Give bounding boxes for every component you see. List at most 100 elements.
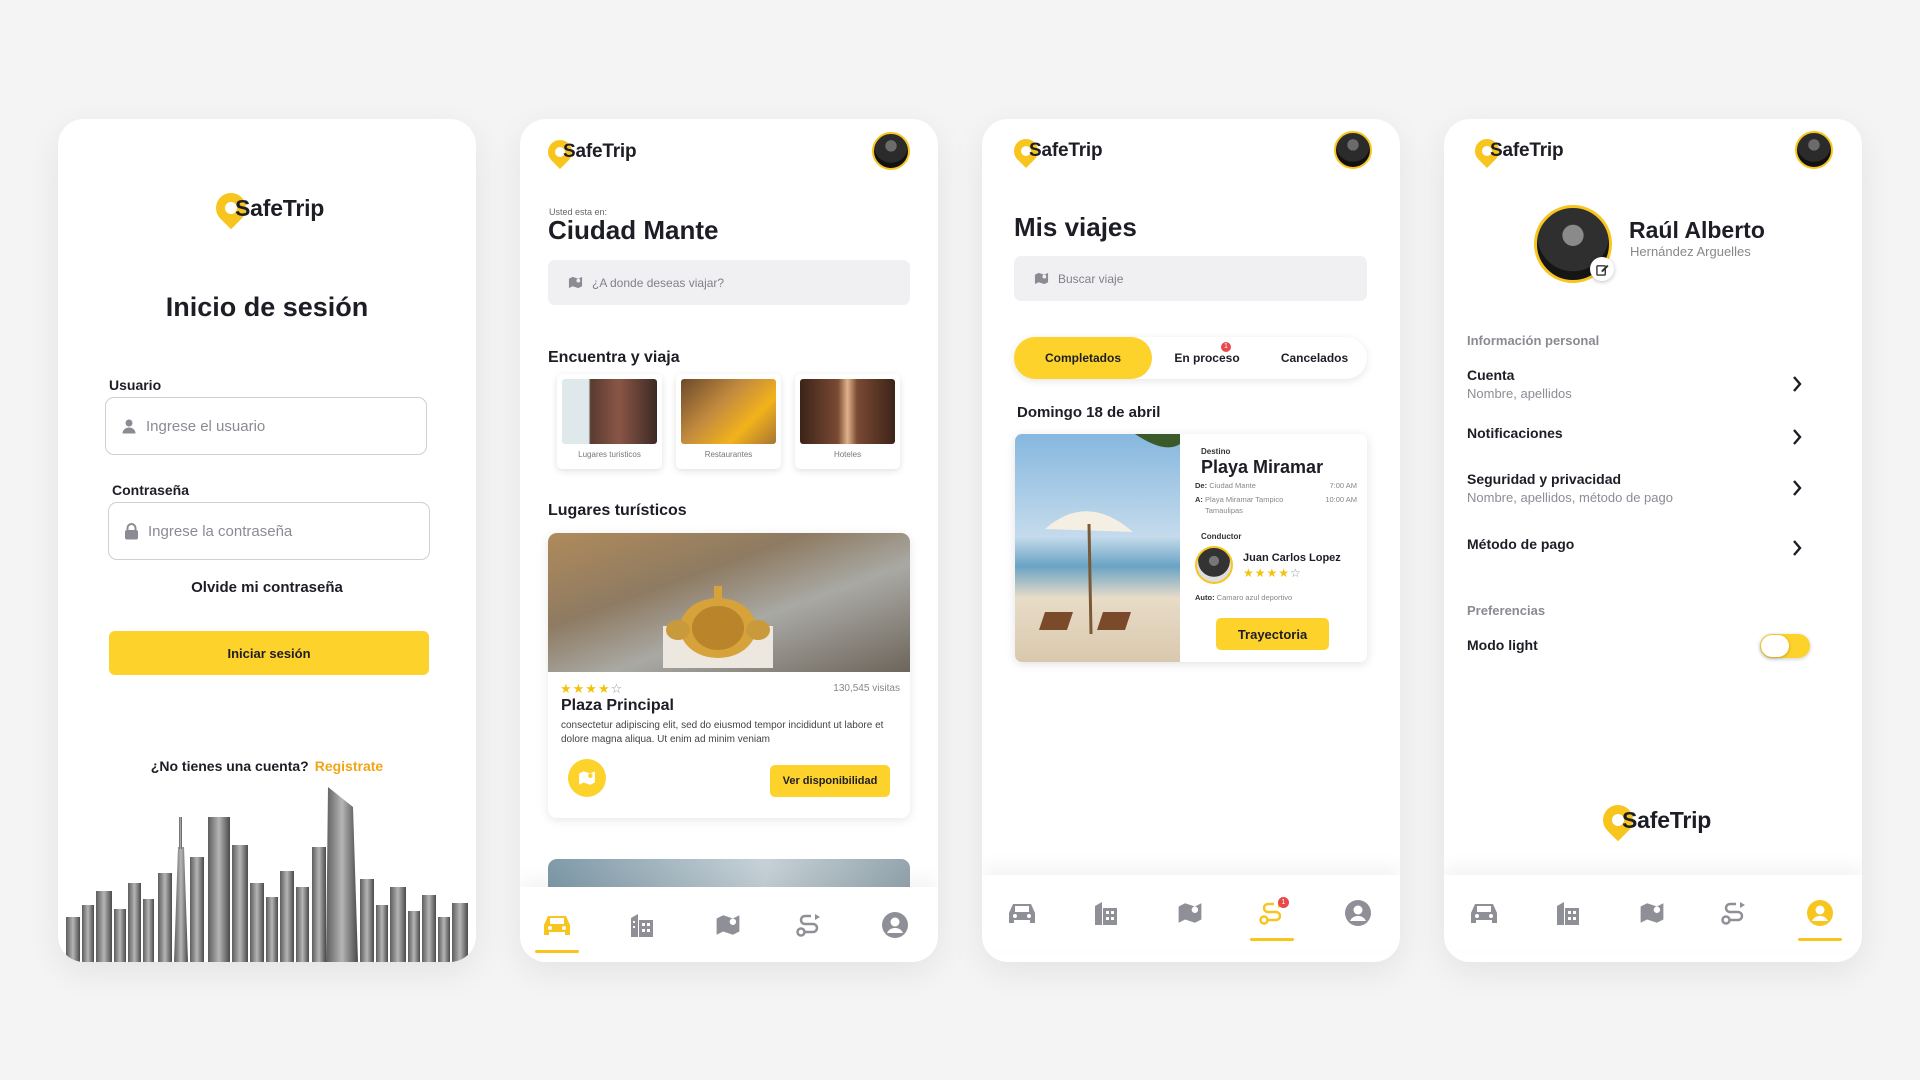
- bottom-nav: [1444, 875, 1862, 950]
- settings-row-security[interactable]: Seguridad y privacidad Nombre, apellidos…: [1467, 471, 1822, 505]
- destination-name: Playa Miramar: [1201, 457, 1324, 477]
- destination-line: A: Playa Miramar Tampico: [1195, 495, 1284, 504]
- avatar[interactable]: [1795, 131, 1833, 169]
- nav-car[interactable]: [535, 905, 579, 953]
- building-icon: [1095, 902, 1117, 925]
- map-icon: [579, 771, 595, 785]
- password-placeholder: Ingrese la contraseña: [148, 522, 293, 540]
- nav-profile[interactable]: [1338, 893, 1378, 933]
- bottom-nav: 1: [982, 875, 1400, 950]
- city-skyline-illustration: [66, 787, 468, 962]
- trip-search-input[interactable]: Buscar viaje: [1014, 256, 1367, 301]
- nav-buildings[interactable]: [1548, 893, 1588, 933]
- login-button[interactable]: Iniciar sesión: [109, 631, 429, 675]
- profile-first-name: Raúl Alberto: [1629, 217, 1765, 243]
- nav-map[interactable]: [1632, 893, 1672, 933]
- avatar[interactable]: [872, 132, 910, 170]
- active-indicator: [1250, 938, 1294, 941]
- user-label: Usuario: [109, 377, 162, 393]
- chevron-right-icon: [1793, 540, 1802, 556]
- password-input[interactable]: Ingrese la contraseña: [108, 502, 430, 560]
- settings-row-payment[interactable]: Método de pago: [1467, 536, 1822, 560]
- nav-route[interactable]: 1: [1250, 893, 1294, 941]
- notification-badge: 1: [1278, 897, 1289, 908]
- settings-row-account[interactable]: Cuenta Nombre, apellidos: [1467, 367, 1822, 401]
- nav-map[interactable]: [1170, 893, 1210, 933]
- nav-buildings[interactable]: [622, 905, 662, 945]
- tab-completed[interactable]: Completados: [1014, 337, 1152, 379]
- light-mode-toggle[interactable]: [1760, 634, 1810, 658]
- car-icon: [544, 916, 570, 935]
- availability-button[interactable]: Ver disponibilidad: [770, 765, 890, 797]
- waterfall-image: [562, 379, 657, 444]
- nav-buildings[interactable]: [1086, 893, 1126, 933]
- map-icon: [1034, 272, 1049, 285]
- active-indicator: [1798, 938, 1842, 941]
- restaurant-image: [681, 379, 776, 444]
- avatar[interactable]: [1334, 131, 1372, 169]
- tab-in-progress[interactable]: En proceso: [1152, 337, 1262, 379]
- driver-name: Juan Carlos Lopez: [1243, 552, 1341, 564]
- edit-icon: [1595, 264, 1609, 276]
- tab-cancelled[interactable]: Cancelados: [1262, 337, 1367, 379]
- preferences-title: Preferencias: [1467, 603, 1546, 618]
- map-icon: [1640, 903, 1664, 923]
- settings-row-notifications[interactable]: Notificaciones: [1467, 425, 1822, 449]
- profile-screen: SafeTrip Raúl Alberto Hernández Arguelle…: [1444, 119, 1862, 962]
- notification-badge: 1: [1221, 342, 1231, 352]
- palace-dome-illustration: [663, 586, 773, 668]
- toggle-knob: [1761, 635, 1789, 657]
- search-placeholder: ¿A donde deseas viajar?: [592, 275, 725, 290]
- car-icon: [1009, 904, 1035, 923]
- edit-photo-button[interactable]: [1590, 257, 1614, 281]
- origin-line: De: Ciudad Mante: [1195, 481, 1256, 490]
- category-card-restaurants[interactable]: Restaurantes: [676, 374, 781, 469]
- nav-car[interactable]: [1002, 893, 1042, 933]
- beach-image: [1015, 434, 1180, 662]
- trip-card[interactable]: Destino Playa Miramar De: Ciudad Mante 7…: [1015, 434, 1367, 662]
- trip-status-tabs: Completados En proceso 1 Cancelados: [1014, 337, 1367, 379]
- profile-last-name: Hernández Arguelles: [1630, 244, 1751, 259]
- forgot-password-link[interactable]: Olvide mi contraseña: [58, 579, 476, 596]
- building-icon: [1557, 902, 1579, 925]
- signup-row: ¿No tienes una cuenta? Registrate: [58, 758, 476, 774]
- nav-profile[interactable]: [1798, 893, 1842, 941]
- category-card-tourist[interactable]: Lugares turisticos: [557, 374, 662, 469]
- destination-line-2: Tamaulipas: [1205, 506, 1243, 515]
- nav-profile[interactable]: [875, 905, 915, 945]
- destination-time: 10:00 AM: [1325, 495, 1357, 504]
- hotel-image: [800, 379, 895, 444]
- bottom-nav: [520, 887, 938, 962]
- category-card-hotels[interactable]: Hoteles: [795, 374, 900, 469]
- driver-label: Conductor: [1201, 532, 1242, 541]
- register-link[interactable]: Registrate: [315, 758, 383, 774]
- user-input[interactable]: Ingrese el usuario: [105, 397, 427, 455]
- destination-label: Destino: [1201, 447, 1231, 456]
- active-indicator: [535, 950, 579, 953]
- building-icon: [631, 914, 653, 937]
- safetrip-logo: SafeTrip: [1009, 134, 1103, 168]
- places-title: Lugares turísticos: [548, 502, 687, 519]
- nav-route[interactable]: [789, 905, 829, 945]
- categories-title: Encuentra y viaja: [548, 349, 680, 366]
- place-description: consectetur adipiscing elit, sed do eius…: [561, 720, 884, 745]
- safetrip-logo-footer: SafeTrip: [1596, 798, 1711, 842]
- personal-info-title: Información personal: [1467, 333, 1600, 348]
- route-button[interactable]: Trayectoria: [1216, 618, 1329, 650]
- login-screen: SafeTrip Inicio de sesión Usuario Ingres…: [58, 119, 476, 962]
- chevron-right-icon: [1793, 376, 1802, 392]
- lock-icon: [125, 522, 138, 539]
- place-card[interactable]: ★★★★☆ 130,545 visitas Plaza Principal co…: [548, 533, 910, 818]
- nav-car[interactable]: [1464, 893, 1504, 933]
- user-icon: [882, 912, 908, 938]
- origin-time: 7:00 AM: [1329, 481, 1357, 490]
- safetrip-logo: SafeTrip: [543, 135, 637, 169]
- place-visits: 130,545 visitas: [833, 683, 900, 694]
- nav-map[interactable]: [708, 905, 748, 945]
- nav-route[interactable]: [1714, 893, 1754, 933]
- beach-umbrella-illustration: [1039, 434, 1180, 635]
- map-icon: [568, 276, 583, 289]
- password-label: Contraseña: [112, 482, 190, 498]
- map-button[interactable]: [568, 759, 606, 797]
- destination-search-input[interactable]: ¿A donde deseas viajar?: [548, 260, 910, 305]
